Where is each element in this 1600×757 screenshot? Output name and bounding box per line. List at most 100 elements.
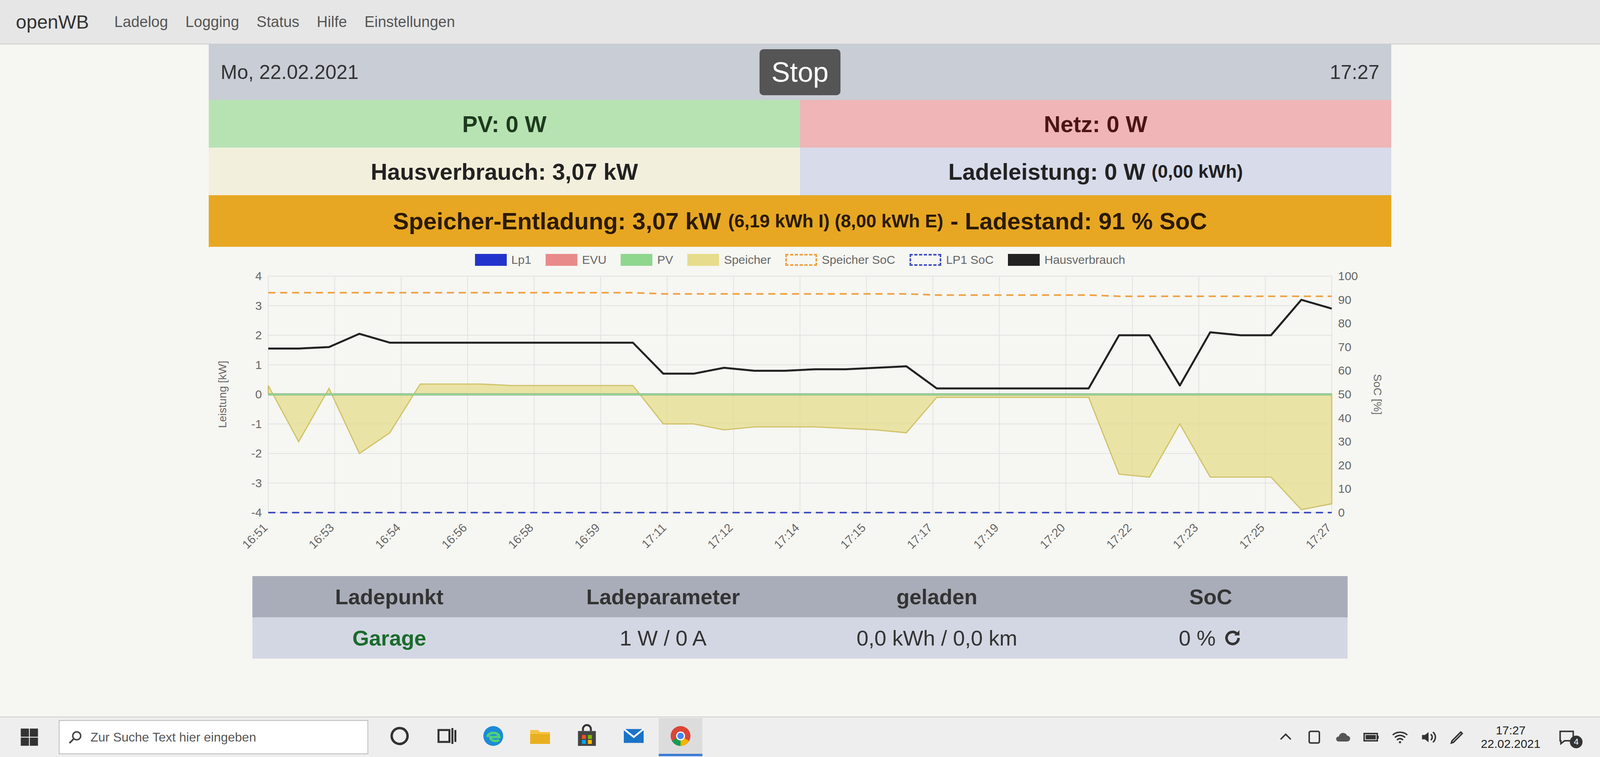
y-tick: 3: [255, 299, 262, 313]
y2-tick: 10: [1338, 482, 1352, 496]
column-header: SoC: [1073, 576, 1348, 618]
tiles: PV: 0 WNetz: 0 WHausverbrauch: 3,07 kWLa…: [208, 100, 1392, 196]
task-view-icon: [434, 724, 459, 749]
taskbar-app[interactable]: [471, 718, 516, 757]
chevron-up-icon[interactable]: [1276, 728, 1295, 747]
soc-line: [268, 292, 1332, 297]
soc-cell: 0 %: [1073, 617, 1348, 659]
y2-tick: 40: [1338, 411, 1352, 425]
search-box[interactable]: Zur Suche Text hier eingeben: [58, 720, 369, 755]
y-tick: 4: [255, 269, 262, 283]
column-header: Ladepunkt: [252, 576, 527, 618]
legend-swatch: [620, 253, 653, 266]
x-tick: 17:11: [638, 521, 669, 551]
x-tick: 17:23: [1170, 521, 1201, 552]
brand-link[interactable]: openWB: [15, 11, 89, 33]
taskbar-apps: [377, 718, 703, 757]
notification-badge: 4: [1569, 735, 1583, 749]
taskbar-app[interactable]: [424, 718, 469, 757]
charge-point-table: LadepunktLadeparametergeladenSoCGarage1 …: [252, 576, 1348, 659]
device-icon[interactable]: [1305, 728, 1324, 747]
battery-icon[interactable]: [1362, 728, 1381, 747]
windows-start-icon[interactable]: [19, 726, 40, 748]
y2-tick: 50: [1338, 387, 1352, 401]
x-tick: 16:53: [305, 521, 337, 552]
legend-swatch: [545, 253, 578, 266]
pen-icon[interactable]: [1448, 728, 1466, 747]
x-tick: 17:15: [837, 521, 868, 552]
clock[interactable]: 17:2722.02.2021: [1476, 723, 1545, 751]
nav-item[interactable]: Ladelog: [114, 13, 168, 31]
legend-item[interactable]: Hausverbrauch: [1007, 253, 1125, 267]
notification-center[interactable]: 4: [1555, 726, 1583, 749]
cloud-icon[interactable]: [1334, 728, 1352, 747]
navbar: openWB Ladelog Logging Status Hilfe Einstellu…: [0, 0, 1600, 45]
chart-legend: Lp1 EVU PV Speicher Speicher SoC LP1 SoC Hausv…: [475, 253, 1126, 267]
legend-item[interactable]: PV: [620, 253, 674, 267]
legend-item[interactable]: Speicher: [687, 253, 771, 267]
power-line: [268, 393, 1332, 396]
charge-parameters: 1 W / 0 A: [526, 617, 800, 659]
y2-tick: 100: [1338, 269, 1358, 283]
edge-icon: [481, 724, 506, 749]
power-line: [268, 393, 1332, 396]
y2-tick: 30: [1338, 434, 1352, 449]
taskbar-app[interactable]: [611, 718, 656, 757]
nav-item[interactable]: Einstellungen: [364, 13, 455, 31]
stop-button[interactable]: Stop: [759, 49, 841, 96]
system-tray: 17:2722.02.2021 4: [1276, 723, 1591, 751]
x-tick: 17:22: [1103, 521, 1134, 552]
legend-item[interactable]: Lp1: [475, 253, 532, 267]
x-tick: 17:27: [1303, 521, 1334, 552]
mail-icon: [621, 724, 646, 749]
screen: openWB Ladelog Logging Status Hilfe Einstellu…: [0, 0, 1600, 757]
taskbar-app[interactable]: [565, 718, 609, 757]
x-tick: 17:25: [1236, 521, 1267, 552]
house-consumption-tile: Hausverbrauch: 3,07 kW: [208, 147, 800, 196]
time-label: 17:27: [840, 60, 1380, 84]
y-tick: -3: [251, 476, 262, 490]
volume-icon[interactable]: [1419, 728, 1438, 747]
charge-point-name[interactable]: Garage: [252, 617, 527, 659]
y2-axis-title: SoC [%]: [1371, 374, 1384, 416]
power-line: [268, 300, 1332, 389]
pv-tile: PV: 0 W: [208, 100, 800, 148]
y-tick: 2: [255, 328, 262, 342]
legend-item[interactable]: Speicher SoC: [785, 253, 896, 267]
y-tick: -2: [251, 446, 262, 460]
power-line: [268, 393, 1332, 396]
grid-tile: Netz: 0 W: [800, 100, 1392, 148]
charged-amount: 0,0 kWh / 0,0 km: [800, 617, 1074, 659]
legend-item[interactable]: LP1 SoC: [909, 253, 994, 267]
refresh-icon[interactable]: [1222, 627, 1243, 649]
nav-item[interactable]: Status: [256, 13, 300, 31]
taskbar-app[interactable]: [377, 718, 422, 757]
y-tick: -1: [251, 417, 262, 431]
legend-swatch: [909, 253, 942, 266]
taskbar: Zur Suche Text hier eingeben 17:2722.02.2…: [0, 716, 1600, 757]
legend-swatch: [785, 253, 818, 266]
taskbar-app[interactable]: [658, 718, 703, 757]
x-tick: 16:54: [372, 521, 403, 552]
x-tick: 16:58: [505, 521, 536, 552]
x-tick: 16:59: [571, 521, 602, 552]
nav-item[interactable]: Logging: [185, 13, 239, 31]
y-tick: -4: [251, 505, 262, 520]
y2-tick: 0: [1338, 505, 1345, 520]
page: Mo, 22.02.2021Stop17:27PV: 0 WNetz: 0 WH…: [0, 44, 1600, 717]
y2-tick: 20: [1338, 458, 1352, 472]
y-tick: 1: [255, 358, 262, 372]
file-explorer-icon: [528, 724, 552, 749]
wifi-icon[interactable]: [1391, 728, 1409, 747]
legend-swatch: [1007, 253, 1040, 266]
nav-item[interactable]: Hilfe: [316, 13, 347, 31]
taskbar-app[interactable]: [518, 718, 562, 757]
legend-item[interactable]: EVU: [545, 253, 607, 267]
legend-swatch: [687, 253, 720, 266]
x-tick: 17:19: [970, 521, 1001, 552]
table-header: LadepunktLadeparametergeladenSoC: [252, 576, 1348, 618]
search-icon: [67, 729, 84, 746]
y2-tick: 60: [1338, 363, 1352, 377]
header-row: Mo, 22.02.2021Stop17:27: [208, 44, 1392, 100]
battery-tile: Speicher-Entladung: 3,07 kW(6,19 kWh I) …: [208, 195, 1392, 247]
